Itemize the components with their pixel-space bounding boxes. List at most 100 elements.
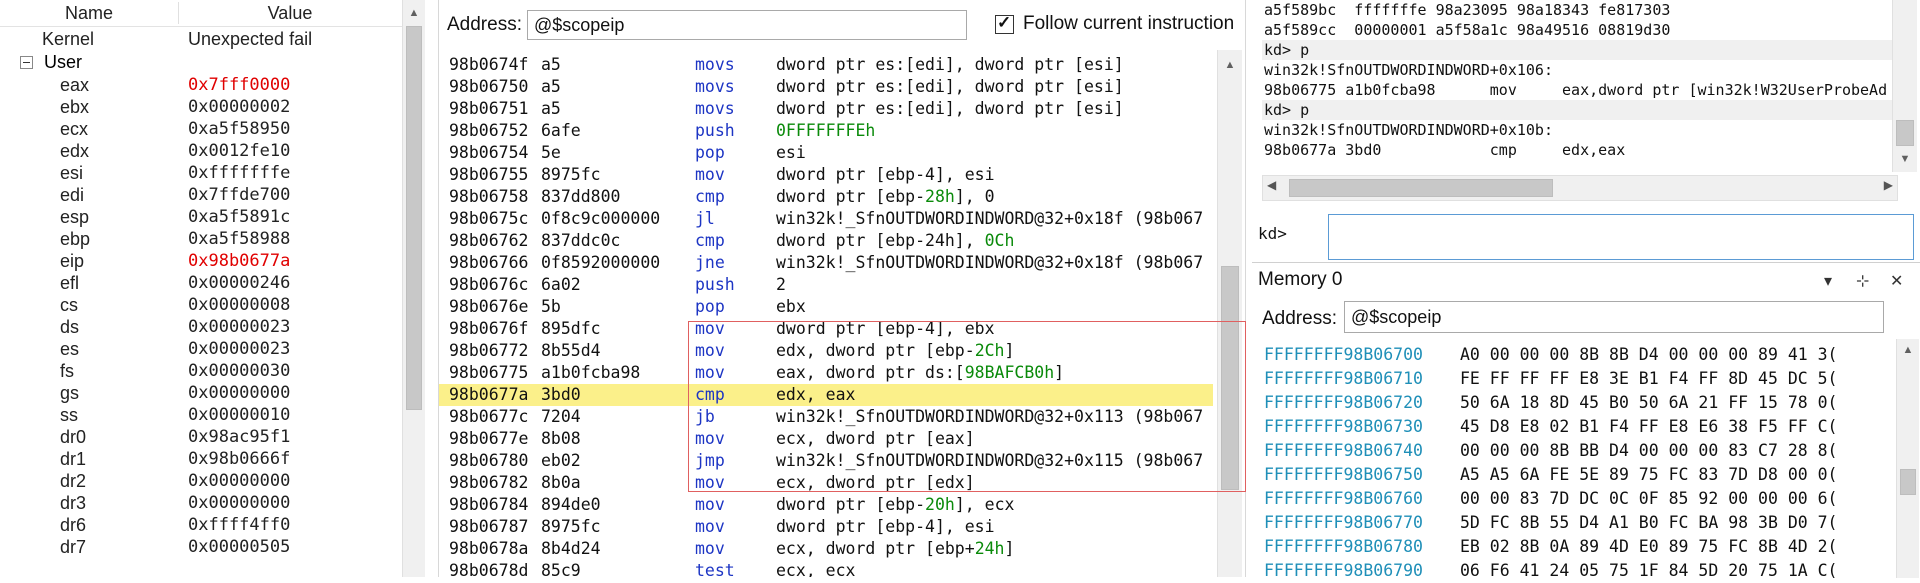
instruction-mnemonic: cmp bbox=[695, 231, 725, 250]
scrollbar-thumb[interactable] bbox=[1896, 120, 1914, 146]
register-row-edx[interactable]: edx 0x0012fe10 bbox=[0, 140, 402, 162]
scroll-up-icon[interactable]: ▲ bbox=[1218, 54, 1242, 76]
memory-row[interactable]: FFFFFFFF98B06790 06 F6 41 24 05 75 1F 84 … bbox=[1264, 559, 1838, 583]
close-icon[interactable]: ✕ bbox=[1890, 271, 1903, 291]
instruction-row[interactable]: 98b0678a 8b4d24 mov ecx, dword ptr [ebp+24h… bbox=[439, 538, 1213, 560]
operand-text: win32k!_SfnOUTDWORDINDWORD@32+0x18f (98b… bbox=[776, 209, 1204, 228]
scroll-right-icon[interactable]: ▶ bbox=[1884, 178, 1893, 192]
register-row-dr0[interactable]: dr0 0x98ac95f1 bbox=[0, 426, 402, 448]
memory-row[interactable]: FFFFFFFF98B06710 FE FF FF FF E8 3E B1 F4 … bbox=[1264, 367, 1838, 391]
instruction-address: 98b06758 bbox=[449, 187, 529, 206]
instruction-row[interactable]: 98b06755 8975fc mov dword ptr [ebp-4], esi bbox=[439, 164, 1213, 186]
memory-row[interactable]: FFFFFFFF98B06720 50 6A 18 8D 45 B0 50 6A … bbox=[1264, 391, 1838, 415]
pin-icon[interactable]: ⊹ bbox=[1856, 271, 1869, 291]
instruction-address: 98b0678d bbox=[449, 561, 529, 577]
register-row-dr1[interactable]: dr1 0x98b0666f bbox=[0, 448, 402, 470]
instruction-address: 98b06754 bbox=[449, 143, 529, 162]
instruction-address: 98b0678a bbox=[449, 539, 529, 558]
instruction-address: 98b06766 bbox=[449, 253, 529, 272]
memory-row[interactable]: FFFFFFFF98B06760 00 00 83 7D DC 0C 0F 85 … bbox=[1264, 487, 1838, 511]
instruction-mnemonic: jne bbox=[695, 253, 725, 272]
disassembly-scrollbar[interactable]: ▲ bbox=[1217, 50, 1242, 577]
instruction-address: 98b0674f bbox=[449, 55, 529, 74]
instruction-bytes: 8b0a bbox=[541, 473, 581, 492]
operand-text: dword ptr es:[edi], dword ptr [esi] bbox=[776, 77, 1124, 96]
register-row-fs[interactable]: fs 0x00000030 bbox=[0, 360, 402, 382]
register-row-dr7[interactable]: dr7 0x00000505 bbox=[0, 536, 402, 558]
scroll-left-icon[interactable]: ◀ bbox=[1267, 178, 1276, 192]
memory-row[interactable]: FFFFFFFF98B06780 EB 02 8B 0A 89 4D E0 89 … bbox=[1264, 535, 1838, 559]
follow-instruction-checkbox[interactable]: ✓ bbox=[995, 13, 1014, 34]
instruction-address: 98b0676e bbox=[449, 297, 529, 316]
column-header-name[interactable]: Name bbox=[0, 0, 178, 26]
address-input[interactable]: @$scopeip bbox=[527, 10, 967, 40]
instruction-address: 98b06755 bbox=[449, 165, 529, 184]
register-row-kernel[interactable]: Kernel Unexpected fail bbox=[0, 28, 402, 50]
register-row-ss[interactable]: ss 0x00000010 bbox=[0, 404, 402, 426]
register-row-dr2[interactable]: dr2 0x00000000 bbox=[0, 470, 402, 492]
dropdown-icon[interactable]: ▾ bbox=[1824, 271, 1832, 291]
address-label: Address: bbox=[447, 14, 522, 35]
register-row-dr3[interactable]: dr3 0x00000000 bbox=[0, 492, 402, 514]
register-row-esi[interactable]: esi 0xfffffffe bbox=[0, 162, 402, 184]
register-row-efl[interactable]: efl 0x00000246 bbox=[0, 272, 402, 294]
scrollbar-thumb[interactable] bbox=[406, 26, 422, 410]
register-row-ebx[interactable]: ebx 0x00000002 bbox=[0, 96, 402, 118]
register-row-ebp[interactable]: ebp 0xa5f58988 bbox=[0, 228, 402, 250]
memory-row[interactable]: FFFFFFFF98B06700 A0 00 00 00 8B 8B D4 00 … bbox=[1264, 343, 1838, 367]
memory-scrollbar[interactable]: ▲ bbox=[1896, 339, 1919, 578]
scrollbar-thumb[interactable] bbox=[1900, 469, 1916, 495]
scrollbar-thumb[interactable] bbox=[1289, 179, 1553, 197]
instruction-row[interactable]: 98b06750 a5 movs dword ptr es:[edi], dword … bbox=[439, 76, 1213, 98]
register-row-esp[interactable]: esp 0xa5f5891c bbox=[0, 206, 402, 228]
register-row-ds[interactable]: ds 0x00000023 bbox=[0, 316, 402, 338]
scroll-up-icon[interactable]: ▲ bbox=[403, 2, 425, 24]
register-name: gs bbox=[60, 383, 80, 403]
instruction-row[interactable]: 98b06758 837dd800 cmp dword ptr [ebp-28h], … bbox=[439, 186, 1213, 208]
register-row-ecx[interactable]: ecx 0xa5f58950 bbox=[0, 118, 402, 140]
register-row-eax[interactable]: eax 0x7fff0000 bbox=[0, 74, 402, 96]
register-row-eip[interactable]: eip 0x98b0677a bbox=[0, 250, 402, 272]
memory-row[interactable]: FFFFFFFF98B06770 5D FC 8B 55 D4 A1 B0 FC … bbox=[1264, 511, 1838, 535]
memory-address-input[interactable]: @$scopeip bbox=[1344, 301, 1884, 333]
register-row-edi[interactable]: edi 0x7ffde700 bbox=[0, 184, 402, 206]
instruction-row[interactable]: 98b06762 837ddc0c cmp dword ptr [ebp-24h], … bbox=[439, 230, 1213, 252]
instruction-row[interactable]: 98b0674f a5 movs dword ptr es:[edi], dword … bbox=[439, 54, 1213, 76]
register-row-cs[interactable]: cs 0x00000008 bbox=[0, 294, 402, 316]
instruction-bytes: 5e bbox=[541, 143, 561, 162]
instruction-row[interactable]: 98b0675c 0f8c9c000000 jl win32k!_SfnOUTDWOR… bbox=[439, 208, 1213, 230]
instruction-row[interactable]: 98b06766 0f8592000000 jne win32k!_SfnOUTDWO… bbox=[439, 252, 1213, 274]
column-header-value[interactable]: Value bbox=[179, 0, 401, 26]
instruction-row[interactable]: 98b06751 a5 movs dword ptr es:[edi], dword … bbox=[439, 98, 1213, 120]
register-name: esp bbox=[60, 207, 90, 227]
instruction-row[interactable]: 98b0678d 85c9 test ecx, ecx bbox=[439, 560, 1213, 577]
instruction-row[interactable]: 98b06784 894de0 mov dword ptr [ebp-20h], ec… bbox=[439, 494, 1213, 516]
command-input[interactable] bbox=[1328, 214, 1914, 260]
register-name: ebx bbox=[60, 97, 90, 117]
follow-instruction-label[interactable]: Follow current instruction bbox=[1023, 13, 1234, 35]
instruction-row[interactable]: 98b06752 6afe push 0FFFFFFFEh bbox=[439, 120, 1213, 142]
register-value: 0x00000030 bbox=[188, 361, 291, 381]
registers-scrollbar[interactable]: ▲ bbox=[402, 0, 425, 577]
memory-row[interactable]: FFFFFFFF98B06750 A5 A5 6A FE 5E 89 75 FC … bbox=[1264, 463, 1838, 487]
register-name: Kernel bbox=[42, 29, 95, 49]
register-row-es[interactable]: es 0x00000023 bbox=[0, 338, 402, 360]
register-group-user[interactable]: User bbox=[0, 51, 402, 73]
instruction-row[interactable]: 98b06754 5e pop esi bbox=[439, 142, 1213, 164]
instruction-row[interactable]: 98b0676c 6a02 push 2 bbox=[439, 274, 1213, 296]
memory-row[interactable]: FFFFFFFF98B06740 00 00 00 8B BB D4 00 00 … bbox=[1264, 439, 1838, 463]
instruction-mnemonic: pop bbox=[695, 143, 725, 162]
command-scrollbar[interactable]: ▼ bbox=[1892, 0, 1917, 172]
memory-row[interactable]: FFFFFFFF98B06730 45 D8 E8 02 B1 F4 FF E8 … bbox=[1264, 415, 1838, 439]
instruction-row[interactable]: 98b06787 8975fc mov dword ptr [ebp-4], esi bbox=[439, 516, 1213, 538]
command-hscrollbar[interactable]: ◀ ▶ bbox=[1262, 175, 1898, 201]
collapse-icon[interactable] bbox=[20, 56, 33, 69]
scroll-down-icon[interactable]: ▼ bbox=[1893, 148, 1917, 170]
instruction-row[interactable]: 98b0676e 5b pop ebx bbox=[439, 296, 1213, 318]
instruction-operands: dword ptr [ebp-24h], 0Ch bbox=[776, 230, 1014, 252]
scroll-up-icon[interactable]: ▲ bbox=[1897, 339, 1919, 361]
register-row-dr6[interactable]: dr6 0xffff4ff0 bbox=[0, 514, 402, 536]
register-row-gs[interactable]: gs 0x00000000 bbox=[0, 382, 402, 404]
instruction-operands: dword ptr [ebp-20h], ecx bbox=[776, 494, 1014, 516]
disassembly-list[interactable]: 98b0674f a5 movs dword ptr es:[edi], dword … bbox=[439, 50, 1213, 577]
